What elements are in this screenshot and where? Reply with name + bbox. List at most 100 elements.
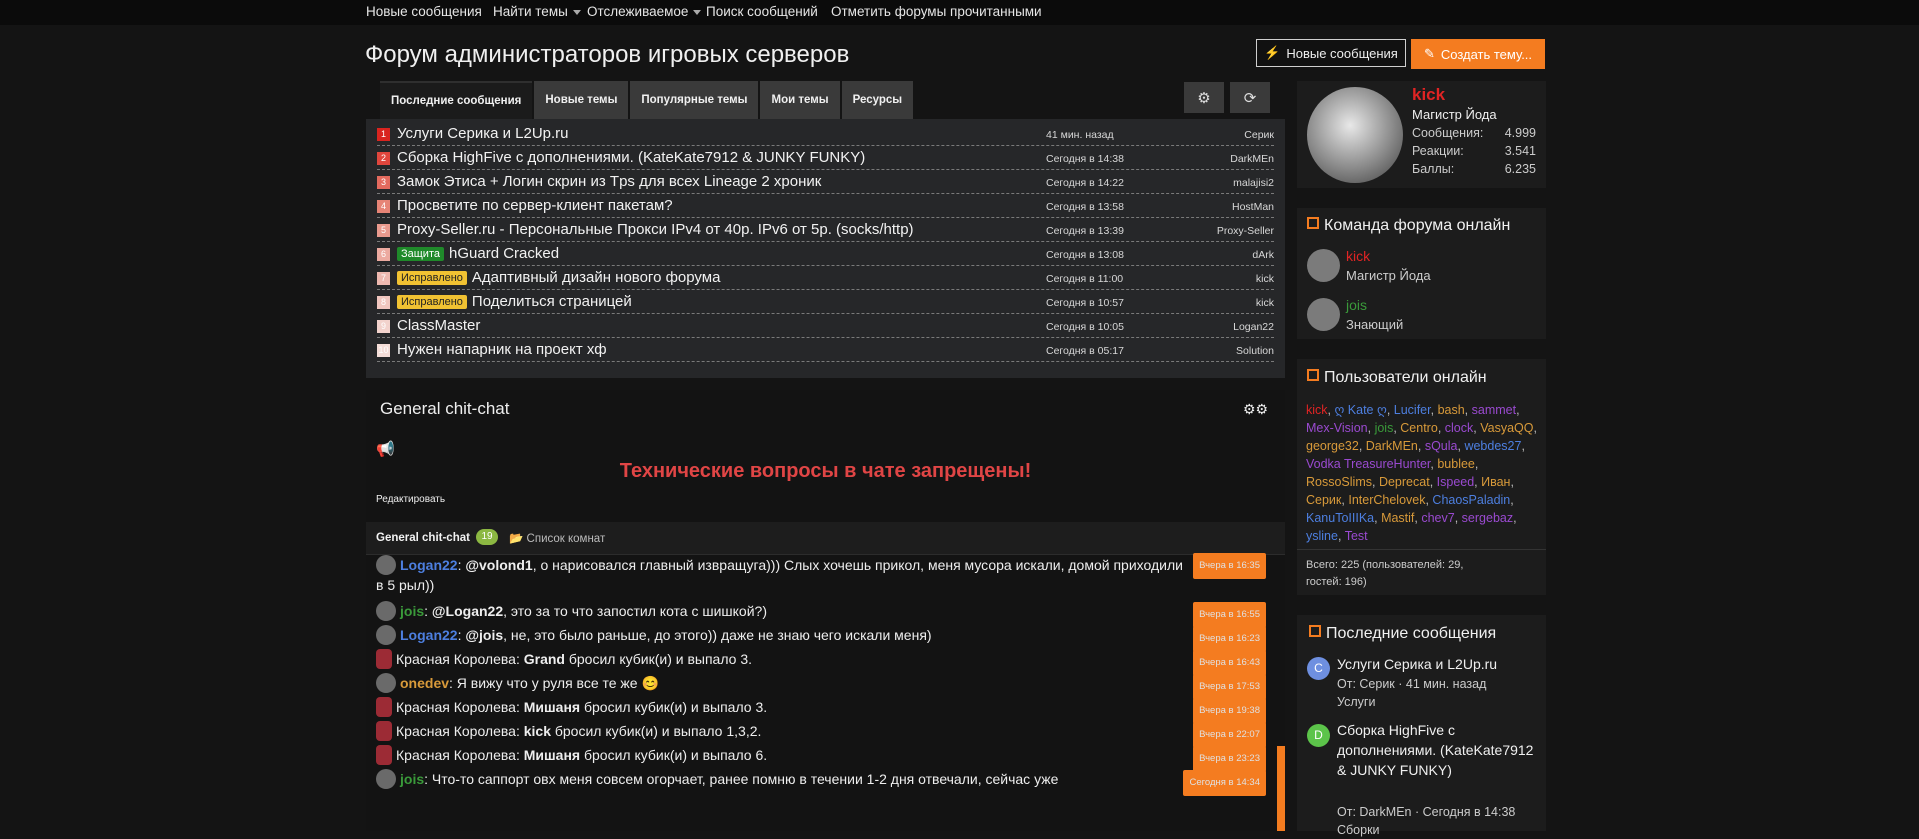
nav-watched[interactable]: Отслеживаемое xyxy=(587,4,702,19)
online-user-link[interactable]: Deprecat xyxy=(1379,475,1430,489)
avatar[interactable] xyxy=(376,649,392,669)
thread-row[interactable]: 8 Исправлено Поделиться страницей Сегодня в… xyxy=(377,291,1274,314)
room-list-link[interactable]: 📂 Список комнат xyxy=(509,531,605,545)
thread-author[interactable]: Logan22 xyxy=(1233,321,1274,333)
thread-row[interactable]: 1 Услуги Серика и L2Up.ru 41 мин. назад Сер… xyxy=(377,123,1274,146)
latest-post-title[interactable]: Сборка HighFive с дополнениями. (KateKat… xyxy=(1337,720,1537,780)
online-user-link[interactable]: Lucifer xyxy=(1394,403,1431,417)
online-user-link[interactable]: Ispeed xyxy=(1437,475,1475,489)
avatar[interactable] xyxy=(376,601,396,621)
online-user-link[interactable]: InterChelovek xyxy=(1348,493,1425,507)
online-user-link[interactable]: KanuToIIIKa xyxy=(1306,511,1374,525)
online-user-link[interactable]: ysline xyxy=(1306,529,1338,543)
thread-title[interactable]: Нужен напарник на проект хф xyxy=(397,341,607,358)
thread-title[interactable]: Просветите по сервер-клиент пакетам? xyxy=(397,197,673,214)
team-member-name[interactable]: jois xyxy=(1346,297,1367,313)
avatar[interactable] xyxy=(376,769,396,789)
avatar[interactable] xyxy=(1307,87,1403,183)
online-user-link[interactable]: Centro xyxy=(1400,421,1438,435)
online-user-link[interactable]: ChaosPaladin xyxy=(1432,493,1510,507)
online-user-link[interactable]: Серик xyxy=(1306,493,1341,507)
refresh-button[interactable]: ⟳ xyxy=(1230,82,1270,113)
tab-popular-threads[interactable]: Популярные темы xyxy=(630,81,759,119)
thread-author[interactable]: HostMan xyxy=(1232,201,1274,213)
chat-username[interactable]: Красная Королева xyxy=(396,747,516,763)
online-user-link[interactable]: kick xyxy=(1306,403,1328,417)
online-user-link[interactable]: chev7 xyxy=(1421,511,1454,525)
chat-username[interactable]: Logan22 xyxy=(400,627,458,643)
thread-author[interactable]: kick xyxy=(1256,273,1274,285)
chat-username[interactable]: Красная Королева xyxy=(396,651,516,667)
chat-username[interactable]: jois xyxy=(400,771,424,787)
chat-settings-icon[interactable]: ⚙⚙ xyxy=(1243,401,1268,418)
online-user-link[interactable]: Mex-Vision xyxy=(1306,421,1368,435)
edit-notice-link[interactable]: Редактировать xyxy=(376,494,445,505)
create-thread-button[interactable]: ✎ Создать тему... xyxy=(1411,39,1545,69)
thread-row[interactable]: 5 Proxy-Seller.ru - Персональные Прокси I… xyxy=(377,219,1274,242)
thread-row[interactable]: 4 Просветите по сервер-клиент пакетам? Сег… xyxy=(377,195,1274,218)
online-user-link[interactable]: bublee xyxy=(1437,457,1475,471)
thread-title[interactable]: Сборка HighFive с дополнениями. (KateKat… xyxy=(397,149,865,166)
online-user-link[interactable]: Test xyxy=(1345,529,1368,543)
online-user-link[interactable]: sQula xyxy=(1425,439,1458,453)
chat-mention[interactable]: @Logan22 xyxy=(432,603,503,619)
chat-username[interactable]: onedev xyxy=(400,675,449,691)
online-user-link[interactable]: ღ Kate ღ xyxy=(1334,403,1386,417)
chat-username[interactable]: Logan22 xyxy=(400,557,458,573)
chat-mention[interactable]: Мишаня xyxy=(524,747,580,763)
avatar[interactable] xyxy=(376,697,392,717)
online-user-link[interactable]: jois xyxy=(1375,421,1394,435)
thread-title[interactable]: Замок Этиса + Логин скрин из Tps для все… xyxy=(397,173,821,190)
thread-row[interactable]: 9 ClassMaster Сегодня в 10:05 Logan22 xyxy=(377,315,1274,338)
settings-button[interactable]: ⚙ xyxy=(1184,82,1224,113)
chat-mention[interactable]: Мишаня xyxy=(524,699,580,715)
nav-mark-read[interactable]: Отметить форумы прочитанными xyxy=(831,4,1042,19)
thread-row[interactable]: 2 Сборка HighFive с дополнениями. (KateKa… xyxy=(377,147,1274,170)
online-user-link[interactable]: sergebaz xyxy=(1462,511,1513,525)
avatar[interactable] xyxy=(376,555,396,575)
thread-author[interactable]: Proxy-Seller xyxy=(1217,225,1274,237)
online-user-link[interactable]: webdes27 xyxy=(1464,439,1521,453)
online-user-link[interactable]: Mastif xyxy=(1381,511,1414,525)
online-user-link[interactable]: DarkMEn xyxy=(1366,439,1418,453)
thread-title[interactable]: ClassMaster xyxy=(397,317,480,334)
tab-new-threads[interactable]: Новые темы xyxy=(534,81,629,119)
latest-post-title[interactable]: Услуги Серика и L2Up.ru xyxy=(1337,654,1537,674)
chat-mention[interactable]: Grand xyxy=(524,651,565,667)
thread-author[interactable]: Серик xyxy=(1244,129,1274,141)
nav-find-threads[interactable]: Найти темы xyxy=(493,4,581,19)
online-user-link[interactable]: bash xyxy=(1438,403,1465,417)
chat-username[interactable]: Красная Королева xyxy=(396,699,516,715)
online-user-link[interactable]: RossoSlims xyxy=(1306,475,1372,489)
new-posts-button[interactable]: ⚡ Новые сообщения xyxy=(1256,39,1406,67)
thread-author[interactable]: dArk xyxy=(1252,249,1274,261)
thread-row[interactable]: 10 Нужен напарник на проект хф Сегодня в 0… xyxy=(377,339,1274,362)
chat-username[interactable]: jois xyxy=(400,603,424,619)
avatar[interactable] xyxy=(1307,249,1340,282)
thread-title[interactable]: Исправлено Адаптивный дизайн нового форум… xyxy=(397,269,720,286)
thread-author[interactable]: malajisi2 xyxy=(1233,177,1274,189)
online-user-link[interactable]: VasyaQQ xyxy=(1480,421,1533,435)
chat-scrollbar[interactable] xyxy=(1277,746,1285,831)
avatar[interactable] xyxy=(376,721,392,741)
tab-resources[interactable]: Ресурсы xyxy=(841,81,914,119)
chat-username[interactable]: Красная Королева xyxy=(396,723,516,739)
online-user-link[interactable]: Иван xyxy=(1481,475,1510,489)
avatar[interactable] xyxy=(376,745,392,765)
avatar[interactable] xyxy=(376,673,396,693)
thread-author[interactable]: Solution xyxy=(1236,345,1274,357)
room-name[interactable]: General chit-chat xyxy=(376,532,470,544)
thread-title[interactable]: Исправлено Поделиться страницей xyxy=(397,293,632,310)
online-user-link[interactable]: Vodka TreasureHunter xyxy=(1306,457,1430,471)
thread-title[interactable]: Услуги Серика и L2Up.ru xyxy=(397,125,569,142)
avatar[interactable] xyxy=(1307,298,1340,331)
avatar[interactable] xyxy=(376,625,396,645)
online-user-link[interactable]: clock xyxy=(1445,421,1473,435)
avatar[interactable]: С xyxy=(1307,657,1330,680)
nav-new-posts[interactable]: Новые сообщения xyxy=(366,4,482,19)
thread-title[interactable]: Proxy-Seller.ru - Персональные Прокси IP… xyxy=(397,221,914,238)
chat-mention[interactable]: @jois xyxy=(465,627,503,643)
tab-latest-posts[interactable]: Последние сообщения xyxy=(380,81,533,119)
avatar[interactable]: D xyxy=(1307,724,1330,747)
thread-row[interactable]: 7 Исправлено Адаптивный дизайн нового фору… xyxy=(377,267,1274,290)
